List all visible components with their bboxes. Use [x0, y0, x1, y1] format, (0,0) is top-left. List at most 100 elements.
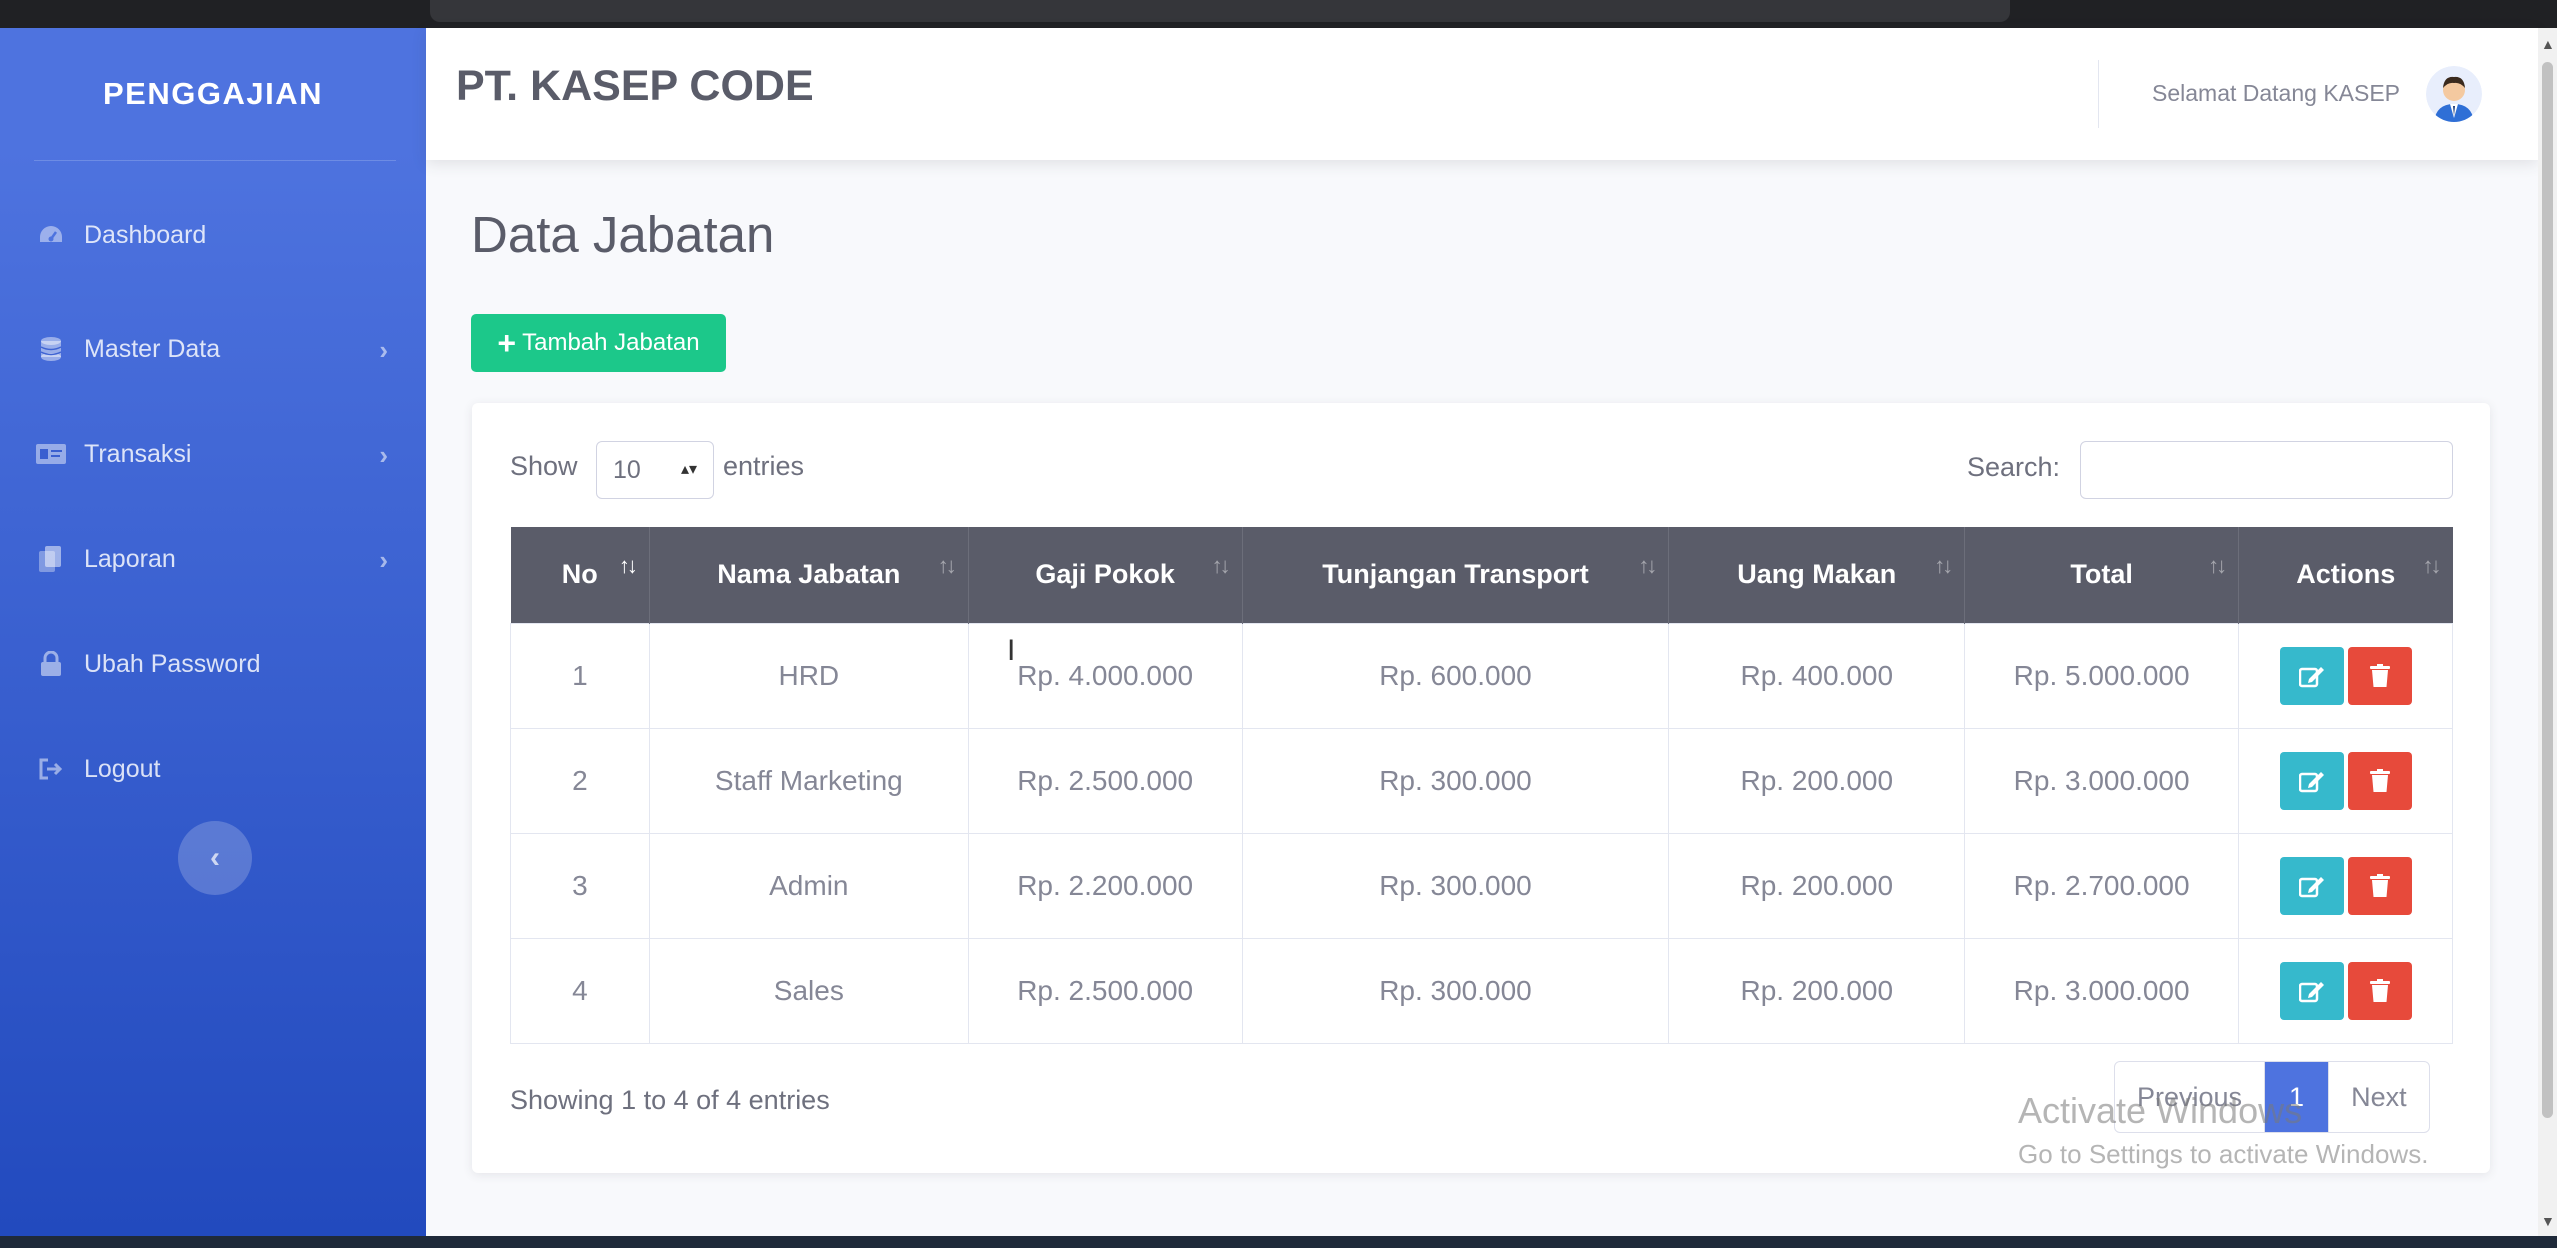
sidebar-brand[interactable]: PENGGAJIAN — [0, 76, 426, 112]
sort-icon: ↑↓ — [937, 553, 957, 578]
scroll-up-icon[interactable]: ▲ — [2541, 36, 2555, 52]
column-header-tunjangan-transport[interactable]: Tunjangan Transport ↑↓ — [1242, 527, 1670, 623]
cell-no: 4 — [510, 937, 650, 1044]
column-header-no[interactable]: No ↑↓ — [510, 527, 650, 623]
column-header-total[interactable]: Total ↑↓ — [1964, 527, 2240, 623]
chevron-right-icon: › — [379, 440, 388, 470]
cell-actions — [2238, 622, 2453, 729]
cell-uang-makan: Rp. 400.000 — [1668, 622, 1966, 729]
cell-actions — [2238, 727, 2453, 834]
delete-button[interactable] — [2347, 751, 2412, 810]
topbar-divider — [2098, 60, 2099, 128]
cell-tunjangan-transport: Rp. 600.000 — [1241, 622, 1670, 729]
show-label: Show — [510, 451, 578, 481]
topbar: PT. KASEP CODE Selamat Datang KASEP — [426, 28, 2538, 160]
edit-icon — [2298, 981, 2324, 1002]
entries-select-value: 10 — [613, 455, 641, 484]
welcome-text[interactable]: Selamat Datang KASEP — [2152, 80, 2400, 107]
sidebar-toggle-button[interactable]: ‹ — [178, 821, 252, 895]
add-jabatan-label: Tambah Jabatan — [522, 329, 700, 356]
cell-gaji-pokok: Rp. 2.500.000 — [967, 727, 1243, 834]
page-title: Data Jabatan — [471, 206, 775, 263]
cell-nama-jabatan: Sales — [648, 937, 969, 1044]
lock-icon — [36, 651, 66, 677]
scroll-down-icon[interactable]: ▼ — [2541, 1213, 2555, 1229]
edit-icon — [2298, 666, 2324, 687]
sort-icon: ↑↓ — [1934, 553, 1953, 578]
sidebar-divider — [34, 160, 396, 161]
sidebar-item-transaksi[interactable]: Transaksi › — [0, 424, 426, 484]
sort-arrows-icon: ▴▾ — [680, 461, 697, 478]
cell-nama-jabatan: HRD — [648, 622, 969, 729]
sidebar-item-label: Dashboard — [84, 220, 207, 249]
chevron-right-icon: › — [379, 545, 388, 575]
table-row: 1 HRD Rp. 4.000.000 Rp. 600.000 Rp. 400.000 R… — [510, 622, 2453, 729]
table-info: Showing 1 to 4 of 4 entries — [510, 1085, 830, 1115]
table-row: 3 Admin Rp. 2.200.000 Rp. 300.000 Rp. 200.00… — [510, 832, 2453, 939]
cell-total: Rp. 5.000.000 — [1964, 622, 2240, 729]
cell-tunjangan-transport: Rp. 300.000 — [1241, 727, 1670, 834]
sidebar-item-label: Logout — [84, 754, 161, 783]
sort-icon: ↑↓ — [1211, 553, 1231, 578]
sort-icon: ↑↓ — [2208, 553, 2227, 578]
delete-button[interactable] — [2347, 646, 2412, 705]
company-name: PT. KASEP CODE — [456, 62, 814, 110]
chevron-left-icon: ‹ — [210, 841, 220, 874]
add-jabatan-button[interactable]: + Tambah Jabatan — [471, 314, 726, 372]
column-header-uang-makan[interactable]: Uang Makan ↑↓ — [1668, 527, 1966, 623]
table-row: 4 Sales Rp. 2.500.000 Rp. 300.000 Rp. 200.00… — [510, 937, 2453, 1044]
column-header-actions[interactable]: Actions ↑↓ — [2238, 527, 2453, 623]
pagination-next[interactable]: Next — [2328, 1062, 2429, 1132]
scrollbar-thumb[interactable] — [2542, 62, 2553, 1118]
plus-icon: + — [497, 325, 517, 361]
address-bar[interactable] — [430, 0, 2010, 22]
windows-activation-hint: Go to Settings to activate Windows. — [2018, 1139, 2429, 1169]
cell-gaji-pokok: Rp. 2.200.000 — [967, 832, 1243, 939]
delete-button[interactable] — [2347, 961, 2412, 1020]
id-card-icon — [36, 441, 66, 467]
data-table-card: Show 10 ▴▾ entries Search: No ↑↓ Nama Jab… — [472, 403, 2490, 1173]
sidebar-item-label: Ubah Password — [84, 649, 261, 678]
cell-uang-makan: Rp. 200.000 — [1668, 727, 1966, 834]
sort-asc-icon: ↑↓ — [618, 553, 638, 578]
column-header-nama-jabatan[interactable]: Nama Jabatan ↑↓ — [649, 527, 969, 623]
cell-tunjangan-transport: Rp. 300.000 — [1241, 937, 1670, 1044]
sidebar-item-label: Master Data — [84, 334, 221, 363]
search-input[interactable] — [2080, 441, 2453, 499]
sort-icon: ↑↓ — [1638, 553, 1657, 578]
sidebar-item-laporan[interactable]: Laporan › — [0, 529, 426, 589]
trash-icon — [2369, 873, 2390, 897]
cell-tunjangan-transport: Rp. 300.000 — [1241, 832, 1670, 939]
cell-nama-jabatan: Staff Marketing — [648, 727, 969, 834]
edit-button[interactable] — [2279, 751, 2344, 810]
edit-button[interactable] — [2279, 646, 2344, 705]
edit-icon — [2298, 771, 2324, 792]
edit-button[interactable] — [2279, 856, 2344, 915]
sign-out-icon — [36, 756, 66, 782]
delete-button[interactable] — [2347, 856, 2412, 915]
trash-icon — [2369, 768, 2390, 792]
browser-toolbar — [0, 0, 2557, 28]
tachometer-icon — [36, 222, 66, 248]
cell-no: 2 — [510, 727, 650, 834]
edit-icon — [2298, 876, 2324, 897]
chevron-right-icon: › — [379, 335, 388, 365]
cell-actions — [2238, 832, 2453, 939]
jabatan-table: No ↑↓ Nama Jabatan ↑↓ Gaji Pokok ↑↓ Tunjang… — [510, 527, 2453, 1044]
column-header-gaji-pokok[interactable]: Gaji Pokok ↑↓ — [968, 527, 1243, 623]
user-avatar[interactable] — [2426, 66, 2482, 122]
sidebar-item-master-data[interactable]: Master Data › — [0, 319, 426, 379]
taskbar — [0, 1236, 2557, 1248]
entries-select[interactable]: 10 ▴▾ — [596, 441, 714, 499]
sort-icon: ↑↓ — [2422, 553, 2442, 578]
cell-no: 1 — [510, 622, 650, 729]
sidebar-item-logout[interactable]: Logout — [0, 739, 426, 799]
cell-total: Rp. 3.000.000 — [1964, 727, 2240, 834]
edit-button[interactable] — [2279, 961, 2344, 1020]
sidebar-item-ubah-password[interactable]: Ubah Password — [0, 634, 426, 694]
page-scrollbar[interactable]: ▲ ▼ — [2538, 28, 2557, 1236]
cell-actions — [2238, 937, 2453, 1044]
table-row: 2 Staff Marketing Rp. 2.500.000 Rp. 300.000… — [510, 727, 2453, 834]
sidebar-item-dashboard[interactable]: Dashboard — [0, 205, 426, 265]
cell-no: 3 — [510, 832, 650, 939]
